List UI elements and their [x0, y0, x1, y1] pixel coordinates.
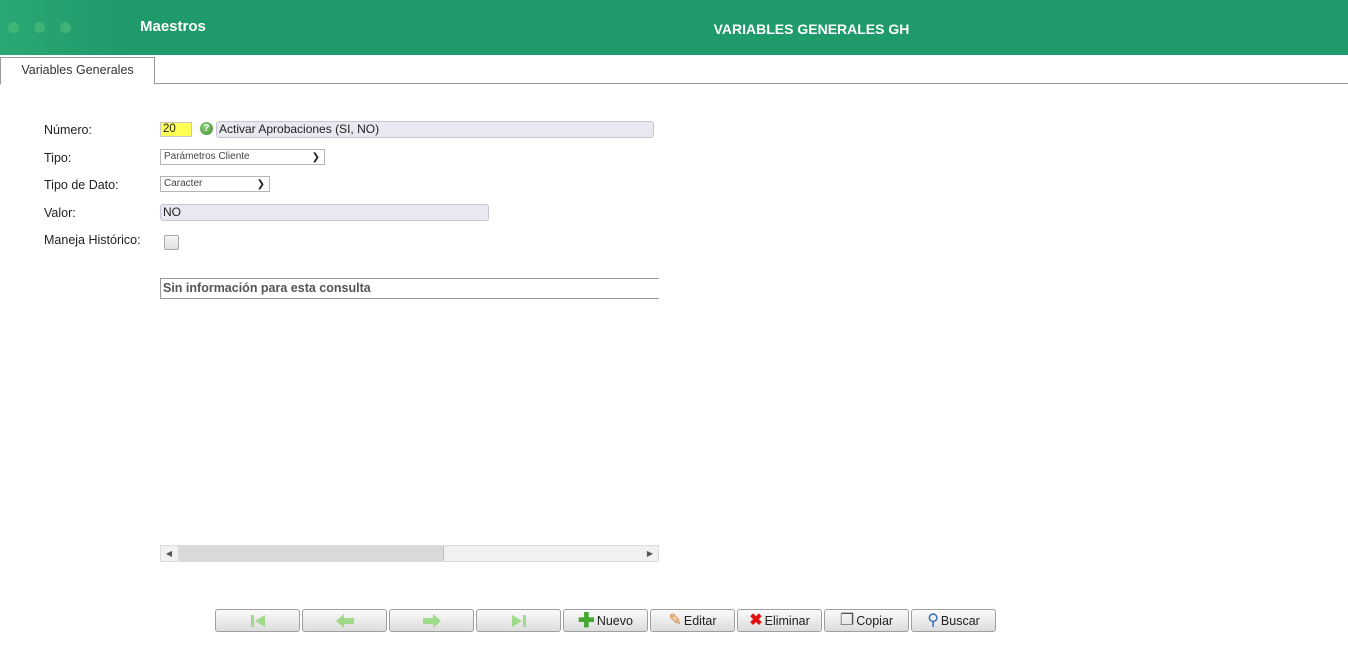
tipo-select[interactable]: Parámetros Cliente ❯ [160, 149, 325, 165]
eliminar-label: Eliminar [764, 613, 810, 628]
first-record-button[interactable] [215, 609, 300, 632]
editar-label: Editar [683, 613, 717, 628]
last-record-icon [511, 614, 526, 627]
historico-checkbox[interactable] [164, 235, 179, 250]
previous-arrow-icon [335, 613, 354, 628]
tipo-dato-label: Tipo de Dato: [44, 178, 119, 192]
valor-label: Valor: [44, 206, 76, 220]
tab-bar: Variables Generales [0, 55, 1348, 85]
grid-empty-message: Sin información para esta consulta [163, 281, 371, 295]
tipo-dato-select[interactable]: Caracter ❯ [160, 176, 270, 192]
window-dots [0, 0, 130, 55]
next-arrow-icon [422, 613, 441, 628]
horizontal-scrollbar[interactable]: ◀ ▶ [160, 545, 659, 562]
numero-description-field: Activar Aprobaciones (SI, NO) [216, 121, 654, 138]
delete-x-icon: ✖ [749, 611, 763, 629]
next-button[interactable] [389, 609, 474, 632]
copiar-label: Copiar [856, 613, 894, 628]
editar-button[interactable]: ✎ Editar [650, 609, 735, 632]
nuevo-label: Nuevo [596, 613, 633, 628]
scroll-left-icon[interactable]: ◀ [161, 546, 177, 561]
nuevo-button[interactable]: ✚ Nuevo [563, 609, 648, 632]
chevron-down-icon: ❯ [256, 179, 265, 190]
tab-variables-generales[interactable]: Variables Generales [0, 57, 155, 85]
buscar-button[interactable]: ⚲ Buscar [911, 609, 996, 632]
buscar-label: Buscar [940, 613, 980, 628]
window-dot [34, 22, 45, 33]
results-grid: Sin información para esta consulta [160, 278, 659, 299]
eliminar-button[interactable]: ✖ Eliminar [737, 609, 822, 632]
scroll-right-icon[interactable]: ▶ [642, 546, 658, 561]
top-header-bar: Maestros VARIABLES GENERALES GH [0, 0, 1348, 55]
pencil-icon: ✎ [668, 611, 682, 629]
chevron-down-icon: ❯ [311, 152, 320, 163]
window-dot [60, 22, 71, 33]
tipo-dato-select-value: Caracter [164, 178, 203, 189]
app-title: Maestros [140, 18, 206, 35]
magnifier-icon: ⚲ [927, 611, 939, 629]
help-icon[interactable]: ? [200, 122, 213, 135]
numero-input[interactable]: 20 [160, 122, 192, 137]
valor-input[interactable]: NO [160, 204, 489, 221]
last-record-button[interactable] [476, 609, 561, 632]
copy-icon: ❐ [839, 611, 855, 629]
copiar-button[interactable]: ❐ Copiar [824, 609, 909, 632]
scrollbar-thumb[interactable] [178, 546, 444, 561]
first-record-icon [250, 614, 265, 627]
plus-icon: ✚ [578, 609, 595, 632]
tipo-select-value: Parámetros Cliente [164, 151, 250, 162]
previous-button[interactable] [302, 609, 387, 632]
tipo-label: Tipo: [44, 151, 72, 165]
historico-label: Maneja Histórico: [44, 233, 141, 247]
numero-label: Número: [44, 123, 92, 137]
window-dot [8, 22, 19, 33]
